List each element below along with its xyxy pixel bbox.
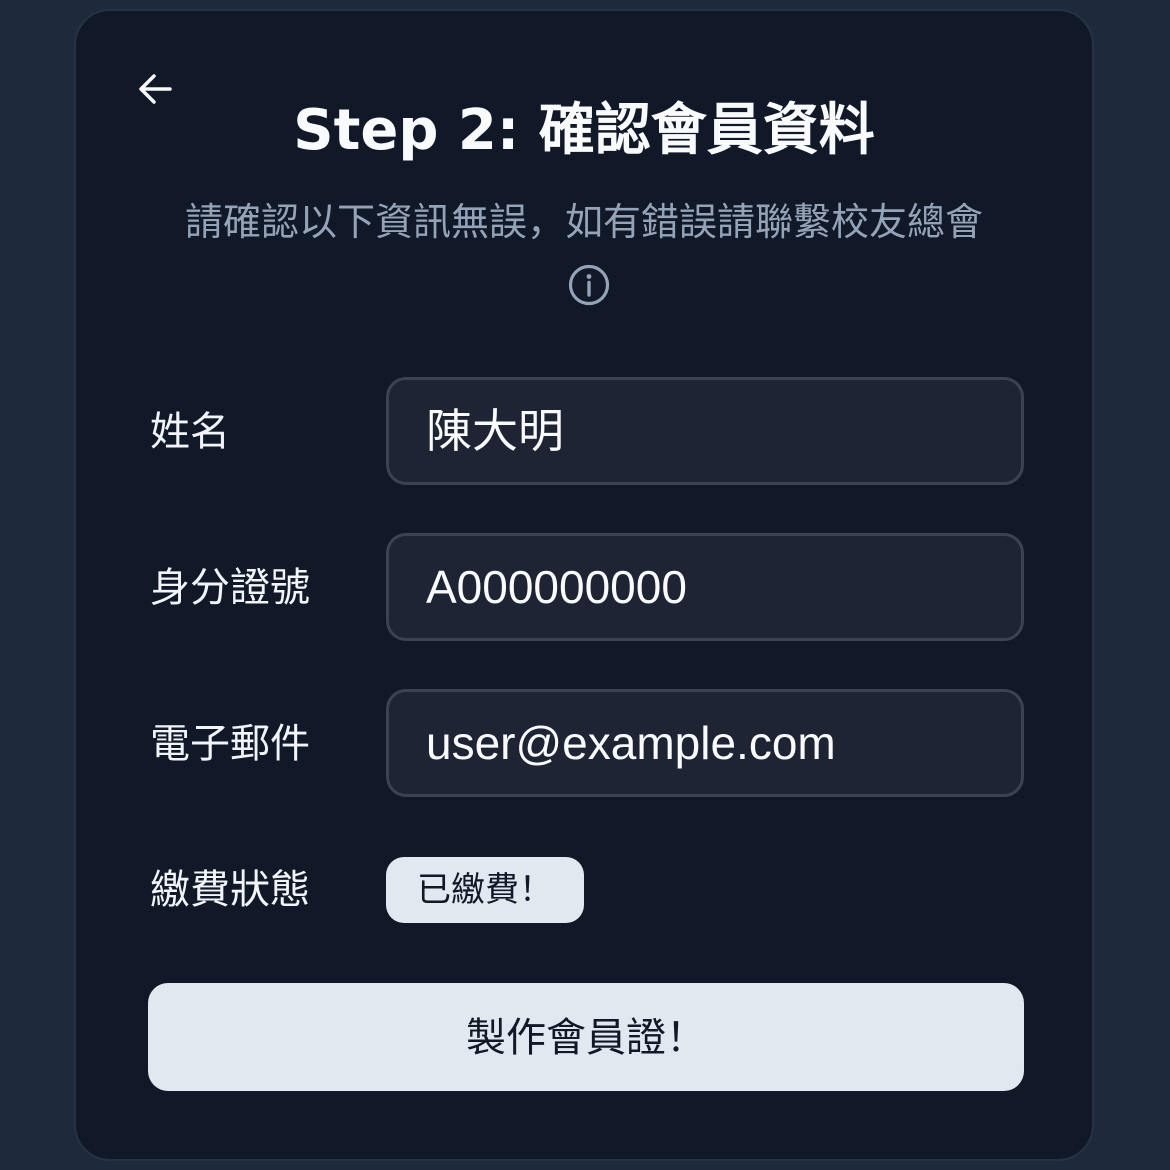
id-number-label: 身分證號 <box>150 565 310 611</box>
name-label: 姓名 <box>150 409 230 455</box>
id-number-field[interactable]: A000000000 <box>386 533 1024 641</box>
create-member-card-button[interactable]: 製作會員證！ <box>148 983 1024 1091</box>
info-icon[interactable] <box>568 262 610 305</box>
page-title: Step 2: 確認會員資料 <box>293 98 875 163</box>
email-field[interactable]: user@example.com <box>386 689 1024 797</box>
member-confirm-card: Step 2: 確認會員資料 請確認以下資訊無誤，如有錯誤請聯繫校友總會 姓名 … <box>74 9 1094 1161</box>
payment-status-badge: 已繳費！ <box>386 857 584 923</box>
name-field[interactable]: 陳大明 <box>386 377 1024 485</box>
subtitle-text: 請確認以下資訊無誤，如有錯誤請聯繫校友總會 <box>184 200 983 244</box>
page-subtitle: 請確認以下資訊無誤，如有錯誤請聯繫校友總會 <box>156 191 1012 315</box>
payment-status-label: 繳費狀態 <box>150 867 310 913</box>
email-label: 電子郵件 <box>150 721 310 767</box>
